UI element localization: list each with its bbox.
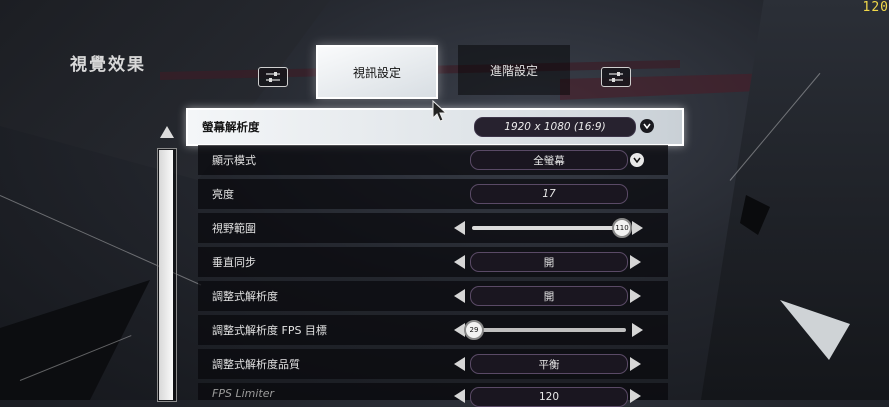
setting-label: 垂直同步 <box>212 256 256 269</box>
chevron-down-icon[interactable] <box>630 153 644 167</box>
increase-arrow-icon[interactable] <box>632 323 643 337</box>
setting-value: 120 <box>538 391 560 403</box>
background-shard <box>700 0 889 400</box>
setting-value: 全螢幕 <box>533 154 565 167</box>
decrease-arrow-icon[interactable] <box>454 357 465 371</box>
decrease-arrow-icon[interactable] <box>454 289 465 303</box>
fov-slider-track[interactable] <box>472 226 626 230</box>
dynamic-resolution-value: 開 <box>470 286 628 306</box>
section-title: 視覺效果 <box>70 55 146 75</box>
scrollbar-thumb[interactable] <box>159 150 173 400</box>
increase-arrow-icon[interactable] <box>630 255 641 269</box>
slider-value: 110 <box>615 224 629 232</box>
setting-row-brightness[interactable]: 亮度 17 <box>198 179 668 209</box>
setting-row-fps-target[interactable]: 調整式解析度 FPS 目標 29 <box>198 315 668 345</box>
setting-label: 螢幕解析度 <box>202 120 260 134</box>
setting-label: 調整式解析度品質 <box>212 358 300 371</box>
vsync-value: 開 <box>470 252 628 272</box>
sliders-icon <box>266 72 280 82</box>
tab-label: 進階設定 <box>489 63 538 78</box>
fps-counter: 120 <box>862 0 889 15</box>
increase-arrow-icon[interactable] <box>630 289 641 303</box>
resolution-dropdown[interactable]: 1920 x 1080 (16:9) <box>474 117 636 137</box>
mouse-cursor-icon <box>432 100 448 122</box>
setting-label: 調整式解析度 FPS 目標 <box>212 324 327 337</box>
chevron-down-icon[interactable] <box>640 119 654 133</box>
slider-value: 29 <box>469 326 479 334</box>
scroll-up-arrow-icon[interactable] <box>160 126 174 138</box>
fps-limiter-value: 120 <box>470 387 628 407</box>
background-shard <box>0 280 150 400</box>
setting-value: 開 <box>543 290 555 303</box>
setting-row-fov[interactable]: 視野範圍 110 <box>198 213 668 243</box>
decrease-arrow-icon[interactable] <box>454 255 465 269</box>
setting-value: 1920 x 1080 (16:9) <box>504 121 606 133</box>
setting-label: 顯示模式 <box>212 154 256 167</box>
display-mode-dropdown[interactable]: 全螢幕 <box>470 150 628 170</box>
tab-label: 視訊設定 <box>352 65 401 80</box>
setting-row-display-mode[interactable]: 顯示模式 全螢幕 <box>198 145 668 175</box>
setting-label: 視野範圍 <box>212 222 256 235</box>
decrease-arrow-icon[interactable] <box>454 389 465 403</box>
resolution-quality-value: 平衡 <box>470 354 628 374</box>
setting-label: 亮度 <box>212 188 234 201</box>
tab-video-settings[interactable]: 視訊設定 <box>316 45 438 99</box>
setting-row-vsync[interactable]: 垂直同步 開 <box>198 247 668 277</box>
setting-value: 開 <box>543 256 555 269</box>
setting-value: 平衡 <box>538 358 560 371</box>
setting-label: FPS Limiter <box>212 387 274 400</box>
sliders-icon <box>609 72 623 82</box>
increase-arrow-icon[interactable] <box>632 221 643 235</box>
setting-row-resolution-quality[interactable]: 調整式解析度品質 平衡 <box>198 349 668 379</box>
tab-advanced-settings[interactable]: 進階設定 <box>458 45 570 95</box>
setting-value: 17 <box>542 188 556 200</box>
tab-prev-key[interactable] <box>258 67 288 87</box>
setting-row-fps-limiter[interactable]: FPS Limiter 120 <box>198 383 668 407</box>
fov-slider-knob[interactable]: 110 <box>612 218 632 238</box>
fps-target-slider-knob[interactable]: 29 <box>464 320 484 340</box>
tab-next-key[interactable] <box>601 67 631 87</box>
decrease-arrow-icon[interactable] <box>454 221 465 235</box>
increase-arrow-icon[interactable] <box>630 389 641 403</box>
setting-row-dynamic-resolution[interactable]: 調整式解析度 開 <box>198 281 668 311</box>
increase-arrow-icon[interactable] <box>630 357 641 371</box>
setting-label: 調整式解析度 <box>212 290 278 303</box>
brightness-value: 17 <box>470 184 628 204</box>
fps-target-slider-track[interactable] <box>472 328 626 332</box>
